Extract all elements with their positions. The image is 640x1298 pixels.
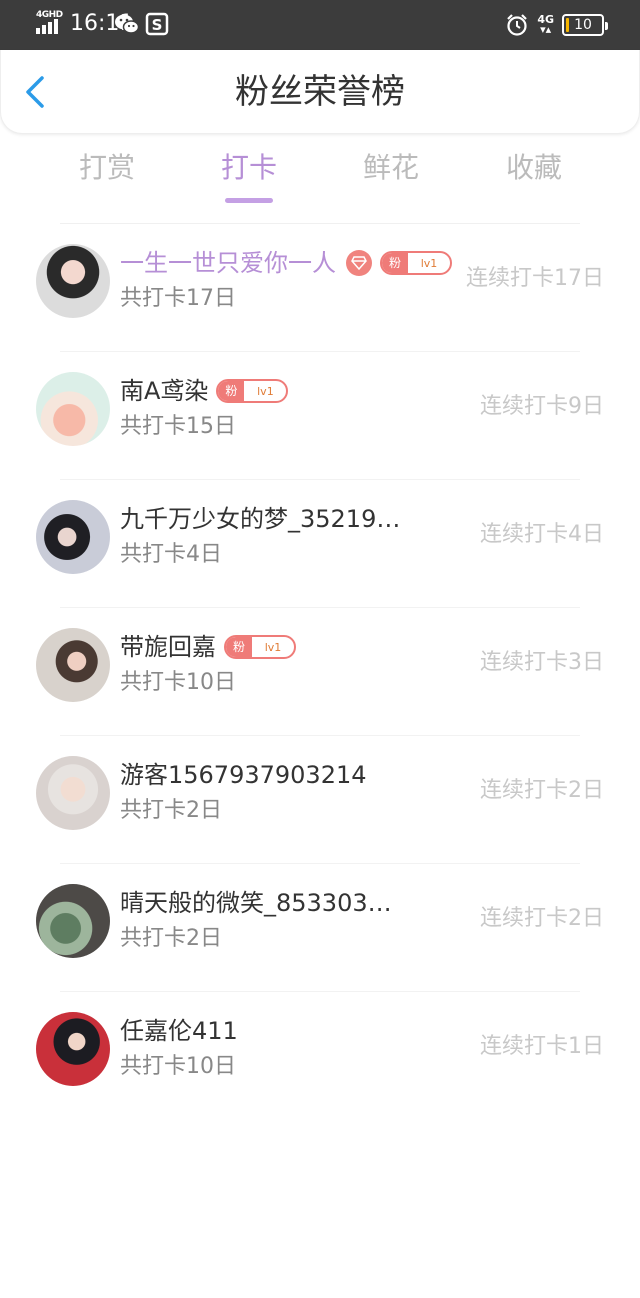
fan-level-badge: 粉 lv1 bbox=[216, 379, 289, 403]
fan-name: 南A鸢染 bbox=[120, 377, 209, 405]
tab-favorites[interactable]: 收藏 bbox=[474, 148, 594, 188]
status-bar: 4GHD 16:11 S 4G ▾▴ 10 bbox=[0, 0, 640, 50]
wechat-icon bbox=[115, 14, 140, 34]
list-item[interactable]: 晴天般的微笑_853303… 共打卡2日 连续打卡2日 bbox=[0, 864, 640, 992]
avatar bbox=[36, 628, 110, 702]
avatar bbox=[36, 756, 110, 830]
battery-text: 10 bbox=[574, 17, 592, 33]
total-checkins: 共打卡15日 bbox=[120, 414, 236, 439]
diamond-icon bbox=[346, 250, 372, 276]
list-item[interactable]: 带旎回嘉 粉 lv1 共打卡10日 连续打卡3日 bbox=[0, 608, 640, 736]
streak-checkins: 连续打卡3日 bbox=[480, 650, 604, 675]
tab-bar: 打赏 打卡 鲜花 收藏 bbox=[0, 134, 640, 220]
fan-level-badge: 粉 lv1 bbox=[380, 251, 452, 275]
page-title: 粉丝荣誉榜 bbox=[235, 72, 405, 112]
list-item[interactable]: 任嘉伦411 共打卡10日 连续打卡1日 bbox=[0, 992, 640, 1120]
tab-flowers[interactable]: 鲜花 bbox=[331, 148, 451, 188]
active-tab-indicator bbox=[225, 198, 273, 203]
avatar bbox=[36, 244, 110, 318]
list-item[interactable]: 九千万少女的梦_35219… 共打卡4日 连续打卡4日 bbox=[0, 480, 640, 608]
svg-text:S: S bbox=[152, 16, 163, 34]
avatar bbox=[36, 884, 110, 958]
avatar bbox=[36, 372, 110, 446]
total-checkins: 共打卡10日 bbox=[120, 1054, 236, 1079]
avatar bbox=[36, 1012, 110, 1086]
list-item[interactable]: 一生一世只爱你一人 粉 lv1 共打卡17日 连续打卡17日 bbox=[0, 224, 640, 352]
sogou-icon: S bbox=[145, 12, 169, 36]
avatar bbox=[36, 500, 110, 574]
list-item[interactable]: 游客1567937903214 共打卡2日 连续打卡2日 bbox=[0, 736, 640, 864]
total-checkins: 共打卡17日 bbox=[120, 286, 236, 311]
fan-list: 一生一世只爱你一人 粉 lv1 共打卡17日 连续打卡17日 南A鸢染 粉 lv1 … bbox=[0, 224, 640, 1120]
signal-icon: 4GHD bbox=[36, 10, 63, 34]
total-checkins: 共打卡2日 bbox=[120, 798, 222, 823]
streak-checkins: 连续打卡4日 bbox=[480, 522, 604, 547]
fan-name: 一生一世只爱你一人 bbox=[120, 249, 336, 277]
streak-checkins: 连续打卡17日 bbox=[466, 266, 604, 291]
streak-checkins: 连续打卡2日 bbox=[480, 906, 604, 931]
total-checkins: 共打卡2日 bbox=[120, 926, 222, 951]
tab-checkin[interactable]: 打卡 bbox=[189, 148, 309, 188]
streak-checkins: 连续打卡1日 bbox=[480, 1034, 604, 1059]
network-label: 4GHD bbox=[36, 10, 63, 20]
fan-name: 带旎回嘉 bbox=[120, 633, 216, 661]
total-checkins: 共打卡10日 bbox=[120, 670, 236, 695]
header: 粉丝荣誉榜 bbox=[0, 50, 640, 134]
fan-level-badge: 粉 lv1 bbox=[224, 635, 296, 659]
fan-name: 晴天般的微笑_853303… bbox=[120, 889, 392, 917]
battery-icon: 10 bbox=[562, 14, 608, 36]
list-item[interactable]: 南A鸢染 粉 lv1 共打卡15日 连续打卡9日 bbox=[0, 352, 640, 480]
net-type: 4G ▾▴ bbox=[537, 13, 554, 36]
streak-checkins: 连续打卡9日 bbox=[480, 394, 604, 419]
alarm-icon bbox=[507, 14, 528, 36]
fan-name: 九千万少女的梦_35219… bbox=[120, 505, 401, 533]
tab-reward[interactable]: 打赏 bbox=[47, 148, 167, 188]
total-checkins: 共打卡4日 bbox=[120, 542, 222, 567]
fan-name: 游客1567937903214 bbox=[120, 761, 367, 789]
fan-name: 任嘉伦411 bbox=[120, 1017, 238, 1045]
streak-checkins: 连续打卡2日 bbox=[480, 778, 604, 803]
